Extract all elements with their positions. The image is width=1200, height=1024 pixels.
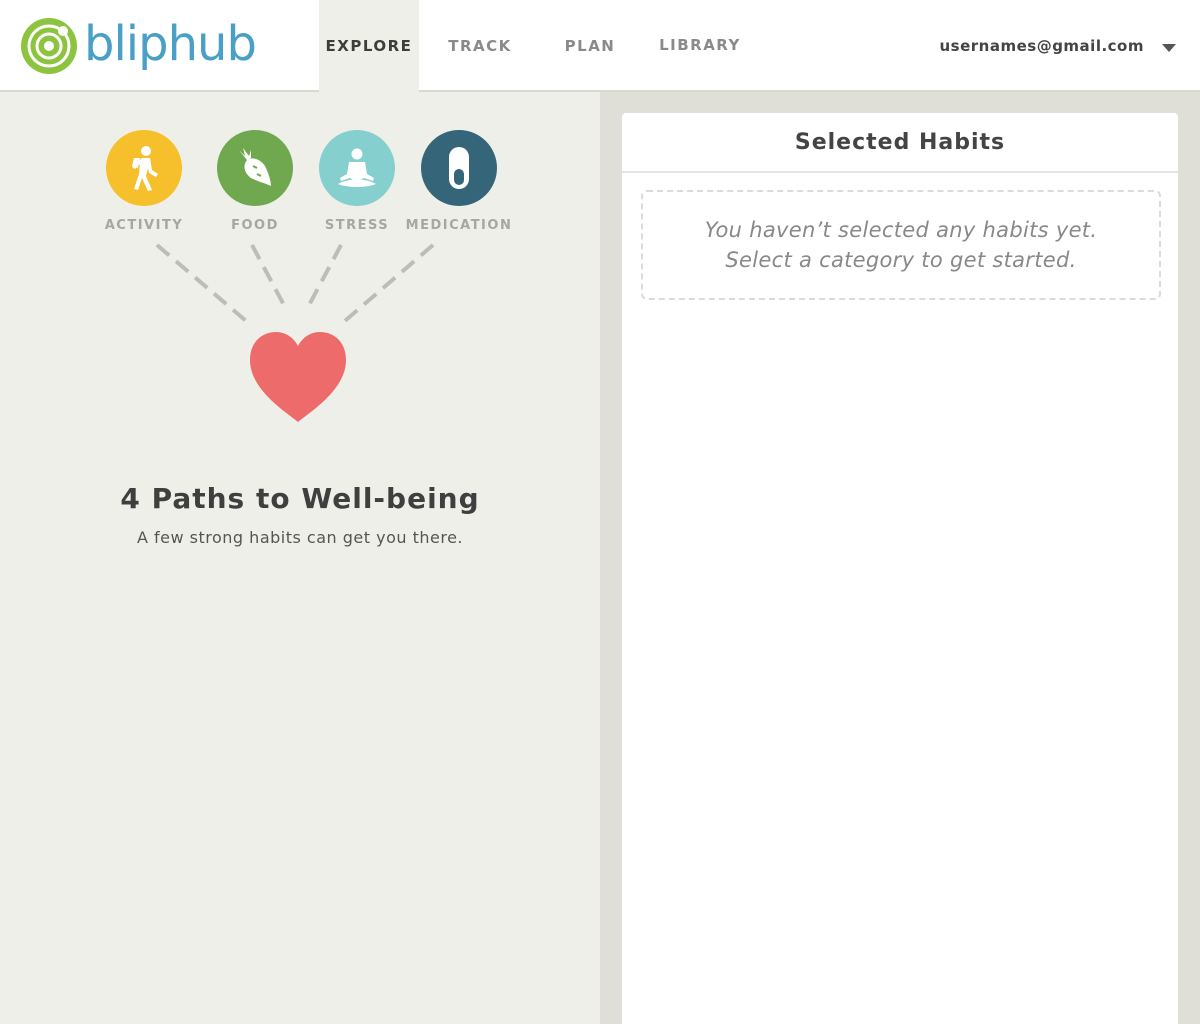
walking-person-icon [106,130,182,206]
meditation-icon [319,130,395,206]
connector-food [250,244,287,308]
tab-track[interactable]: TRACK [430,0,530,92]
bliphub-logo[interactable]: bliphub [20,16,257,76]
bliphub-logo-icon [21,18,77,74]
carrot-icon [217,130,293,206]
logo-wordmark: bliphub [84,16,257,72]
connector-activity [155,243,254,328]
category-label: STRESS [324,218,390,233]
account-email: usernames@gmail.com [939,37,1144,55]
connector-medication [337,243,435,328]
tab-plan[interactable]: PLAN [540,0,640,92]
account-menu[interactable]: usernames@gmail.com [939,0,1176,92]
category-activity[interactable]: ACTIVITY [84,130,204,233]
category-label: ACTIVITY [104,218,184,233]
tab-library[interactable]: LIBRARY [650,0,750,91]
selected-habits-card: Selected Habits You haven’t selected any… [622,113,1178,1024]
empty-state-line-1: You haven’t selected any habits yet. [704,218,1098,242]
page-headline: 4 Paths to Well-being [120,482,480,515]
page-subheadline: A few strong habits can get you there. [136,528,463,547]
explore-pane: ACTIVITY FOOD STRESS MEDICATION 4 Paths … [0,92,600,1024]
category-medication[interactable]: MEDICATION [399,130,519,233]
chevron-down-icon[interactable] [1162,43,1176,52]
category-label: FOOD [231,218,279,233]
heart-icon [250,332,346,422]
connector-stress [306,244,343,308]
empty-state-line-2: Select a category to get started. [725,248,1077,272]
pill-icon [421,130,497,206]
top-header: bliphub EXPLORE TRACK PLAN LIBRARY usern… [0,0,1200,92]
tab-explore[interactable]: EXPLORE [319,0,419,92]
empty-state: You haven’t selected any habits yet. Sel… [641,190,1161,300]
selected-habits-pane: Selected Habits You haven’t selected any… [600,92,1200,1024]
category-label: MEDICATION [405,218,513,233]
selected-habits-title: Selected Habits [622,113,1178,173]
